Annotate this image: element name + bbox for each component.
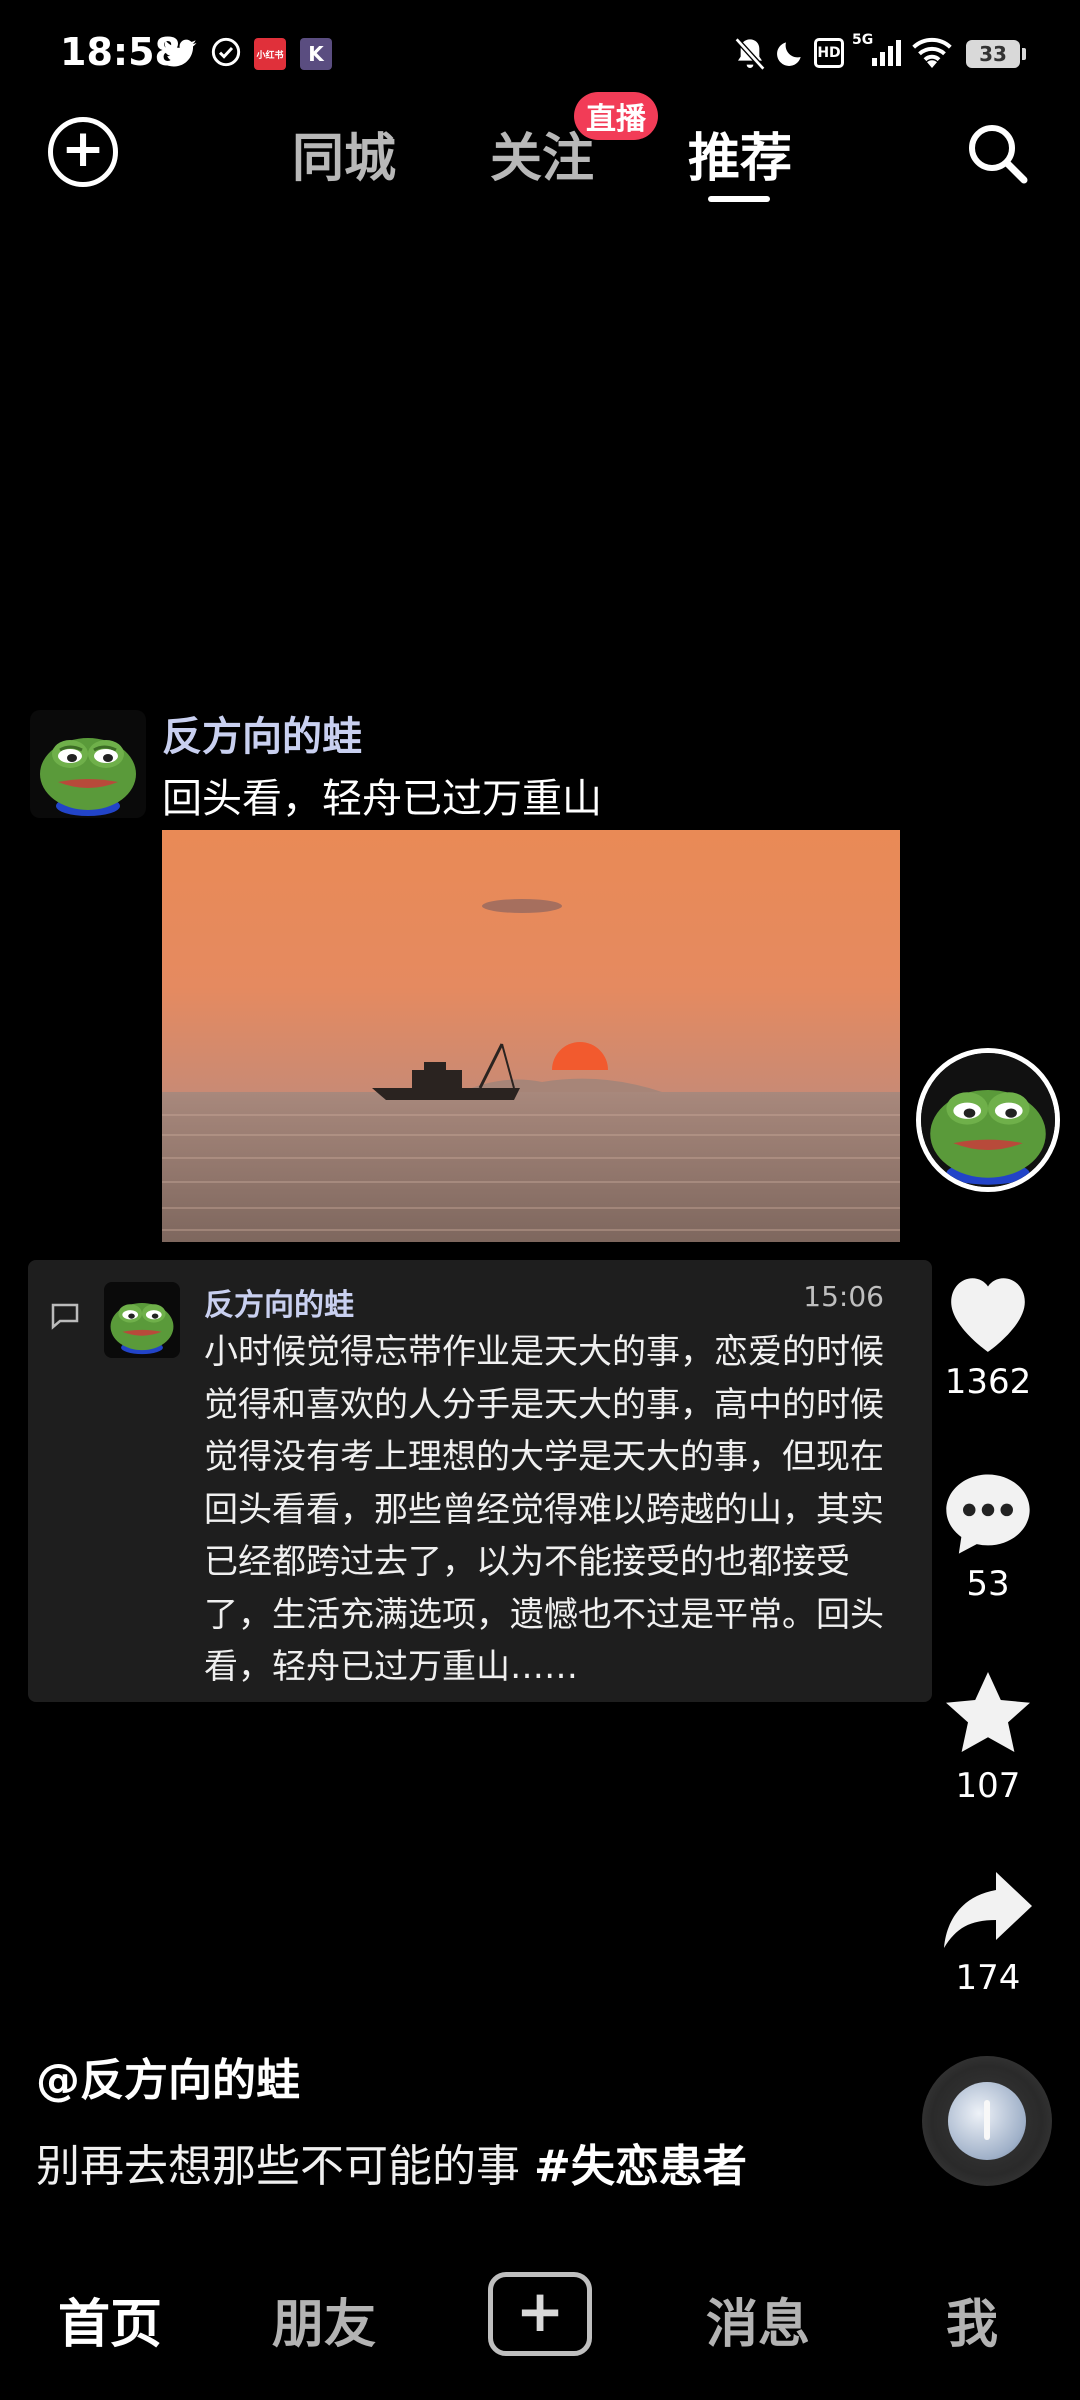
nav-me[interactable]: 我 — [946, 2282, 998, 2357]
comment-bubble-icon — [51, 1303, 79, 1330]
comment-text: 小时候觉得忘带作业是天大的事，恋爱的时候觉得和喜欢的人分手是天大的事，高中的时候… — [204, 1332, 884, 1687]
network-label: 5G — [852, 32, 873, 48]
xiaohongshu-app-icon: 小红书 — [254, 38, 286, 70]
star-icon — [946, 1672, 1030, 1752]
author-handle[interactable]: @反方向的蛙 — [36, 2044, 300, 2108]
wifi-icon — [912, 37, 952, 68]
frog-avatar-icon — [921, 1053, 1055, 1187]
tab-local[interactable]: 同城 — [292, 116, 396, 191]
tab-recommend[interactable]: 推荐 — [688, 116, 792, 191]
nav-home[interactable]: 首页 — [58, 2282, 162, 2357]
live-badge: 直播 — [574, 92, 658, 140]
post-image[interactable] — [162, 830, 900, 1242]
comment-time: 15:06 — [803, 1280, 884, 1313]
moon-icon — [777, 42, 801, 66]
status-bar: 18:58 小红书 K HD 5G 33 — [0, 0, 1080, 100]
comment-card[interactable]: 反方向的蛙 15:06 小时候觉得忘带作业是天大的事，恋爱的时候觉得和喜欢的人分… — [28, 1260, 932, 1702]
plus-icon: + — [515, 2277, 565, 2345]
comment-count: 53 — [966, 1564, 1010, 1604]
favorite-button[interactable]: 107 — [926, 1668, 1050, 1806]
favorite-count: 107 — [955, 1766, 1021, 1806]
like-count: 1362 — [944, 1362, 1032, 1402]
post-username[interactable]: 反方向的蛙 — [162, 704, 362, 762]
music-disc[interactable] — [922, 2056, 1052, 2186]
k-app-icon: K — [300, 38, 332, 70]
bell-off-icon — [734, 37, 766, 71]
frog-avatar-icon — [40, 738, 136, 816]
share-button[interactable]: 174 — [926, 1868, 1050, 1998]
sunset-boat-image — [162, 830, 900, 1242]
nav-messages[interactable]: 消息 — [706, 2282, 810, 2357]
plus-icon: + — [61, 119, 105, 179]
description-text: 别再去想那些不可能的事 — [36, 2141, 534, 2192]
comments-button[interactable]: 53 — [926, 1466, 1050, 1604]
check-circle-icon — [211, 37, 241, 67]
battery-icon: 33 — [966, 40, 1026, 68]
hashtag-link[interactable]: #失恋患者 — [534, 2141, 747, 2192]
publish-button[interactable]: + — [488, 2272, 592, 2356]
creator-avatar[interactable] — [916, 1048, 1060, 1192]
video-description: 别再去想那些不可能的事 #失恋患者 — [36, 2130, 747, 2194]
nav-friends[interactable]: 朋友 — [272, 2282, 376, 2357]
like-button[interactable]: 1362 — [926, 1266, 1050, 1402]
bottom-nav: 首页 朋友 + 消息 我 — [0, 2240, 1080, 2400]
cellular-5g-icon: 5G — [852, 32, 901, 66]
comment-username[interactable]: 反方向的蛙 — [204, 1280, 354, 1324]
comment-dots-icon — [946, 1474, 1030, 1554]
heart-icon — [951, 1278, 1025, 1352]
post-avatar[interactable] — [30, 710, 146, 818]
frog-avatar-icon — [110, 1302, 174, 1355]
post-caption: 回头看，轻舟已过万重山 — [162, 776, 602, 822]
share-arrow-icon — [944, 1872, 1032, 1948]
comment-avatar[interactable] — [104, 1282, 180, 1358]
music-cover — [948, 2082, 1026, 2160]
add-button[interactable]: + — [48, 117, 118, 187]
share-count: 174 — [955, 1958, 1021, 1998]
top-nav: + 同城 关注 直播 推荐 — [0, 92, 1080, 210]
search-icon[interactable] — [962, 118, 1032, 188]
hd-icon: HD — [814, 38, 844, 68]
app-root: 18:58 小红书 K HD 5G 33 + 同城 关注 直播 推荐 反方向的蛙… — [0, 0, 1080, 2400]
active-tab-indicator — [708, 196, 770, 202]
twitter-bird-icon — [163, 39, 197, 67]
